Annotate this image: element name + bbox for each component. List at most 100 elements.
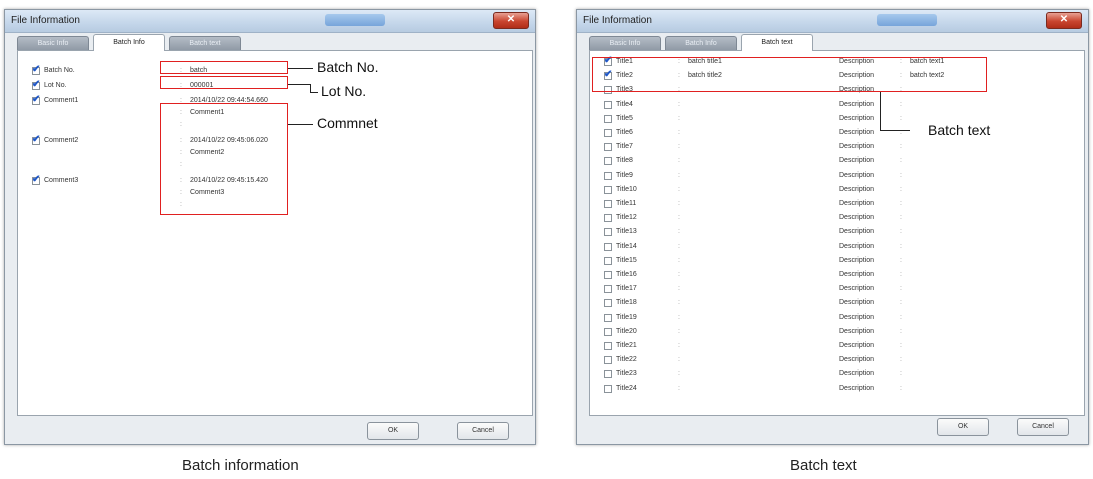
row-title-label: Title9 (616, 171, 633, 179)
checkmark-icon: ✔ (32, 64, 41, 75)
tab-batch-info[interactable]: Batch Info (93, 34, 165, 51)
checkmark-icon: ✔ (32, 94, 41, 105)
colon-separator: : (678, 271, 680, 278)
colon-separator: : (678, 129, 680, 136)
cancel-button[interactable]: Cancel (1017, 418, 1069, 436)
row-title-label: Title13 (616, 228, 637, 236)
checkbox-unchecked[interactable] (604, 356, 612, 365)
row-description-label: Description (839, 242, 875, 250)
colon-separator: : (678, 327, 680, 335)
checkbox-unchecked[interactable] (604, 384, 612, 393)
title-bar[interactable]: File Information ✕ (5, 10, 535, 33)
checkbox-unchecked[interactable] (604, 114, 612, 123)
row-label: Lot No. (44, 82, 67, 89)
checkmark-icon: ✔ (32, 134, 41, 145)
tab-batch-info[interactable]: Batch Info (665, 36, 737, 51)
row-title-label: Title19 (616, 313, 637, 321)
row-title-label: Title17 (616, 285, 637, 293)
colon-separator: : (678, 342, 680, 349)
batch-text-row: Title5: Description: (604, 114, 1074, 127)
colon-separator: : (678, 285, 680, 293)
checkbox-unchecked[interactable] (604, 157, 612, 166)
ok-button[interactable]: OK (937, 418, 989, 436)
checkbox-unchecked[interactable] (604, 299, 612, 308)
row-description-label: Description (839, 342, 875, 349)
close-button[interactable]: ✕ (493, 12, 529, 29)
colon-separator: : (678, 370, 680, 378)
row-title-label: Title8 (616, 157, 633, 165)
tab-batch-text[interactable]: Batch text (169, 36, 241, 51)
tab-basic-info[interactable]: Basic Info (17, 36, 89, 51)
row-title-label: Title24 (616, 384, 637, 392)
batch-text-row: Title23: Description: (604, 370, 1074, 382)
checkbox-unchecked[interactable] (604, 100, 612, 109)
checkbox-checked[interactable]: ✔ (32, 134, 41, 145)
highlight-comments (160, 103, 288, 215)
row-label: Comment1 (44, 97, 79, 104)
checkbox-unchecked[interactable] (604, 129, 612, 137)
row-description-label: Description (839, 228, 875, 236)
colon-separator: : (900, 185, 902, 193)
callout-line-lot-no-vertical (310, 84, 311, 92)
batch-text-row: Title20: Description: (604, 327, 1074, 340)
colon-separator: : (900, 171, 902, 179)
checkbox-unchecked[interactable] (604, 342, 612, 350)
checkbox-unchecked[interactable] (604, 185, 612, 194)
checkbox-unchecked[interactable] (604, 171, 612, 180)
window-title: File Information (11, 15, 80, 26)
row-description-label: Description (839, 327, 875, 335)
colon-separator: : (900, 342, 902, 349)
checkbox-unchecked[interactable] (604, 327, 612, 336)
row-description-label: Description (839, 157, 875, 165)
checkbox-unchecked[interactable] (604, 200, 612, 208)
row-title-label: Title5 (616, 114, 633, 122)
row-description-label: Description (839, 143, 875, 151)
colon-separator: : (900, 100, 902, 108)
checkbox-checked[interactable]: ✔ (32, 94, 41, 105)
checkbox-unchecked[interactable] (604, 228, 612, 237)
checkbox-checked[interactable]: ✔ (32, 64, 41, 75)
title-decoration (325, 14, 385, 26)
tab-batch-text[interactable]: Batch text (741, 34, 813, 51)
ok-button[interactable]: OK (367, 422, 419, 440)
checkbox-unchecked[interactable] (604, 214, 612, 223)
row-description-label: Description (839, 100, 875, 108)
row-description-label: Description (839, 285, 875, 293)
checkbox-checked[interactable]: ✔ (32, 174, 40, 185)
batch-text-row: Title8: Description: (604, 157, 1074, 169)
title-bar[interactable]: File Information ✕ (577, 10, 1088, 33)
row-description-label: Description (839, 114, 875, 122)
highlight-lot-no (160, 76, 288, 89)
highlight-batch-no (160, 61, 288, 74)
row-description-label: Description (839, 313, 875, 321)
colon-separator: : (900, 157, 902, 165)
colon-separator: : (678, 214, 680, 222)
batch-text-row: Title13: Description: (604, 228, 1074, 240)
callout-line-batch-no (288, 68, 313, 69)
tab-basic-info[interactable]: Basic Info (589, 36, 661, 51)
colon-separator: : (678, 171, 680, 179)
colon-separator: : (678, 356, 680, 364)
checkbox-checked[interactable]: ✔ (32, 79, 40, 90)
row-description-label: Description (839, 271, 875, 278)
cancel-button[interactable]: Cancel (457, 422, 509, 440)
row-description-label: Description (839, 384, 875, 392)
colon-separator: : (678, 242, 680, 250)
checkbox-unchecked[interactable] (604, 242, 612, 251)
batch-text-row: Title4: Description: (604, 100, 1074, 113)
row-title-label: Title6 (616, 129, 633, 136)
row-label: Comment2 (44, 137, 79, 144)
checkbox-unchecked[interactable] (604, 143, 612, 152)
checkbox-unchecked[interactable] (604, 285, 612, 294)
row-title-label: Title14 (616, 242, 637, 250)
colon-separator: : (678, 299, 680, 307)
checkbox-unchecked[interactable] (604, 313, 612, 322)
checkbox-unchecked[interactable] (604, 271, 612, 279)
checkbox-unchecked[interactable] (604, 370, 612, 379)
close-button[interactable]: ✕ (1046, 12, 1082, 29)
checkbox-unchecked[interactable] (604, 256, 612, 265)
row-label: Batch No. (44, 67, 75, 74)
batch-text-row: Title6: Description: (604, 129, 1074, 141)
callout-line-batch-text (880, 130, 910, 131)
colon-separator: : (678, 384, 680, 392)
